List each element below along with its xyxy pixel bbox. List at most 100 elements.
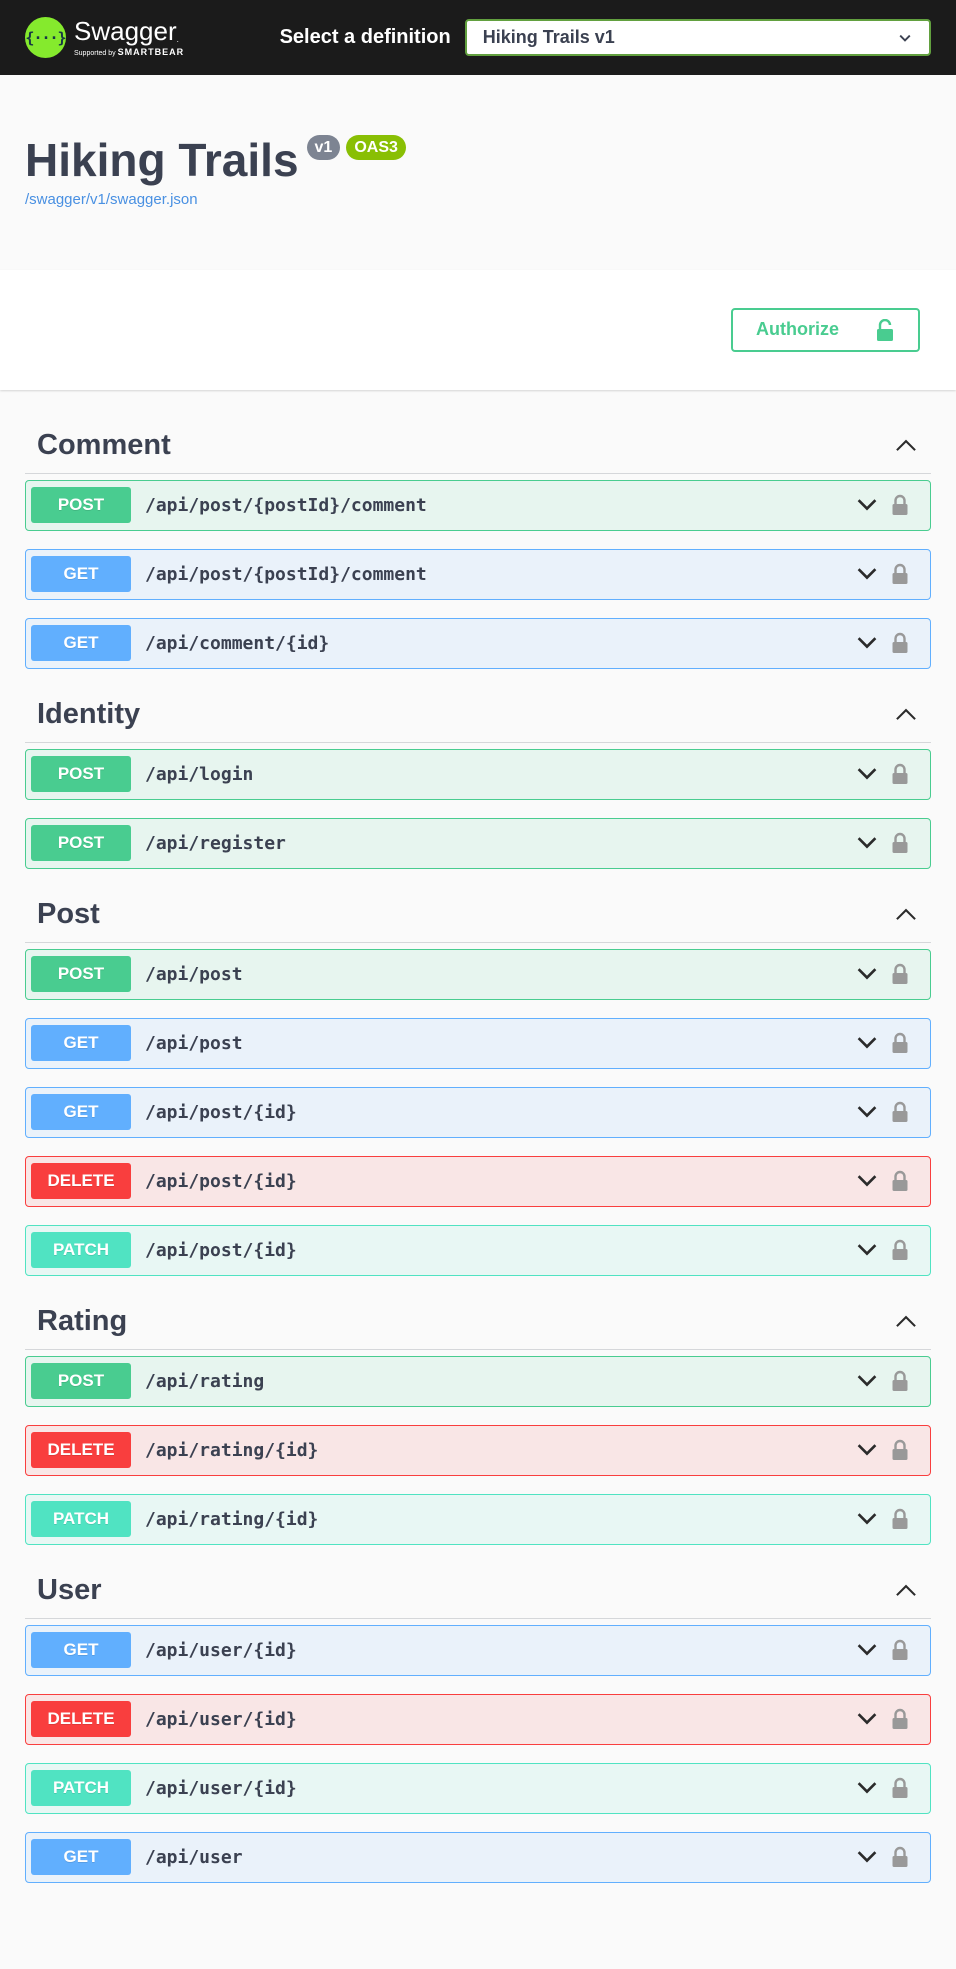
chevron-down-icon[interactable] (855, 1707, 879, 1731)
chevron-down-icon[interactable] (855, 1438, 879, 1462)
brand-sub: Supported by SMARTBEAR (74, 48, 184, 58)
scheme-container: Authorize (0, 269, 956, 390)
lock-icon[interactable] (891, 1170, 909, 1192)
lock-icon[interactable] (891, 494, 909, 516)
chevron-down-icon[interactable] (855, 631, 879, 655)
operation-path: /api/post/{id} (145, 1239, 297, 1261)
tag-title: Comment (37, 428, 171, 461)
topbar: {···} Swagger. Supported by SMARTBEAR Se… (0, 0, 956, 75)
lock-icon[interactable] (891, 1370, 909, 1392)
operation-row[interactable]: GET/api/user (25, 1831, 931, 1883)
chevron-down-icon[interactable] (855, 493, 879, 517)
page-title: Hiking Trails (25, 134, 299, 186)
chevron-down-icon[interactable] (855, 962, 879, 986)
chevron-down-icon (899, 34, 911, 42)
collapse-button[interactable] (893, 1577, 919, 1603)
chevron-down-icon[interactable] (855, 1369, 879, 1393)
lock-icon[interactable] (891, 963, 909, 985)
operation-row[interactable]: POST/api/rating (25, 1355, 931, 1407)
lock-icon[interactable] (891, 763, 909, 785)
trademark-icon: . (176, 35, 179, 44)
method-badge: PATCH (31, 1501, 131, 1538)
operation-path: /api/rating/{id} (145, 1508, 319, 1530)
chevron-down-icon[interactable] (855, 1776, 879, 1800)
lock-icon[interactable] (891, 1239, 909, 1261)
tag-title: Identity (37, 697, 141, 730)
operation-row[interactable]: GET/api/user/{id} (25, 1624, 931, 1676)
swagger-brand[interactable]: {···} Swagger. Supported by SMARTBEAR (25, 17, 280, 58)
operation-row[interactable]: GET/api/post/{id} (25, 1086, 931, 1138)
chevron-down-icon[interactable] (855, 1845, 879, 1869)
chevron-down-icon[interactable] (855, 831, 879, 855)
spec-link[interactable]: /swagger/v1/swagger.json (25, 191, 931, 208)
chevron-down-icon[interactable] (855, 762, 879, 786)
definition-select-value: Hiking Trails v1 (482, 27, 615, 47)
method-badge: POST (31, 756, 131, 793)
unlock-icon (877, 318, 893, 341)
tag-header[interactable]: Comment (25, 418, 931, 474)
tag-header[interactable]: Post (25, 887, 931, 943)
lock-icon[interactable] (891, 832, 909, 854)
chevron-down-icon[interactable] (855, 1100, 879, 1124)
method-badge: PATCH (31, 1232, 131, 1269)
lock-icon[interactable] (891, 1101, 909, 1123)
definition-label: Select a definition (279, 26, 451, 48)
operation-row[interactable]: GET/api/comment/{id} (25, 617, 931, 669)
operation-row[interactable]: PATCH/api/post/{id} (25, 1224, 931, 1276)
chevron-down-icon[interactable] (855, 1238, 879, 1262)
operation-row[interactable]: POST/api/login (25, 748, 931, 800)
lock-icon[interactable] (891, 1777, 909, 1799)
lock-icon[interactable] (891, 1846, 909, 1868)
method-badge: GET (31, 1839, 131, 1876)
chevron-down-icon[interactable] (855, 562, 879, 586)
operation-row[interactable]: GET/api/post/{postId}/comment (25, 548, 931, 600)
operation-row[interactable]: POST/api/post/{postId}/comment (25, 479, 931, 531)
title-row: Hiking Trails v1 OAS3 (25, 135, 931, 186)
operation-row[interactable]: DELETE/api/user/{id} (25, 1693, 931, 1745)
method-badge: GET (31, 625, 131, 662)
version-badge: v1 (306, 135, 341, 161)
authorize-button[interactable]: Authorize (731, 307, 920, 352)
chevron-up-icon (896, 1315, 916, 1328)
lock-icon[interactable] (891, 1032, 909, 1054)
method-badge: DELETE (31, 1701, 131, 1738)
method-badge: POST (31, 825, 131, 862)
collapse-button[interactable] (893, 1308, 919, 1334)
operation-row[interactable]: DELETE/api/rating/{id} (25, 1424, 931, 1476)
collapse-button[interactable] (893, 901, 919, 927)
operation-row[interactable]: DELETE/api/post/{id} (25, 1155, 931, 1207)
authorize-label: Authorize (756, 319, 839, 340)
operation-path: /api/post (145, 1032, 243, 1054)
operation-row[interactable]: POST/api/register (25, 817, 931, 869)
tag-header[interactable]: Rating (25, 1294, 931, 1350)
operation-row[interactable]: GET/api/post (25, 1017, 931, 1069)
collapse-button[interactable] (893, 701, 919, 727)
tag-section-comment: Comment POST/api/post/{postId}/comment GET… (25, 418, 931, 669)
chevron-down-icon[interactable] (855, 1031, 879, 1055)
operation-path: /api/post/{postId}/comment (145, 563, 427, 585)
collapse-button[interactable] (893, 432, 919, 458)
chevron-down-icon[interactable] (855, 1507, 879, 1531)
lock-icon[interactable] (891, 1508, 909, 1530)
lock-icon[interactable] (891, 1708, 909, 1730)
operation-row[interactable]: PATCH/api/rating/{id} (25, 1493, 931, 1545)
operation-path: /api/comment/{id} (145, 632, 330, 654)
badges: v1 OAS3 (306, 135, 406, 161)
operation-path: /api/register (145, 832, 286, 854)
tag-header[interactable]: User (25, 1563, 931, 1619)
lock-icon[interactable] (891, 632, 909, 654)
tag-section-rating: Rating POST/api/rating DELETE/api/rating/{… (25, 1294, 931, 1545)
lock-icon[interactable] (891, 1639, 909, 1661)
chevron-up-icon (896, 1584, 916, 1597)
method-badge: GET (31, 556, 131, 593)
operation-row[interactable]: POST/api/post (25, 948, 931, 1000)
lock-icon[interactable] (891, 1439, 909, 1461)
chevron-down-icon[interactable] (855, 1169, 879, 1193)
lock-icon[interactable] (891, 563, 909, 585)
tag-header[interactable]: Identity (25, 687, 931, 743)
operation-path: /api/post (145, 963, 243, 985)
operation-path: /api/post/{id} (145, 1170, 297, 1192)
operation-row[interactable]: PATCH/api/user/{id} (25, 1762, 931, 1814)
chevron-down-icon[interactable] (855, 1638, 879, 1662)
definition-select[interactable]: Hiking Trails v1 (464, 19, 931, 56)
